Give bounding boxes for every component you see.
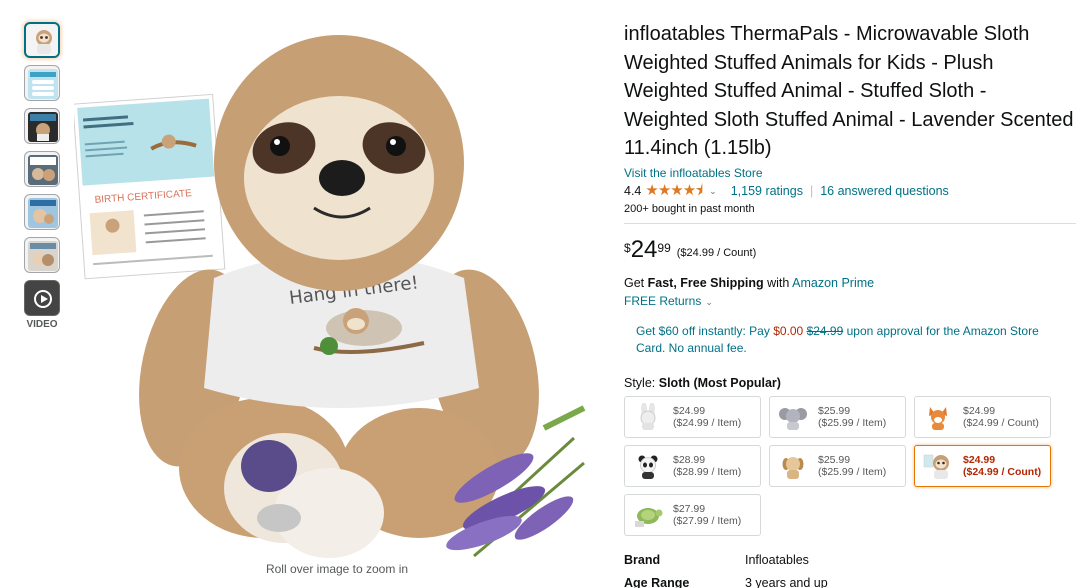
shipping-bold: Fast, Free Shipping bbox=[647, 275, 764, 290]
lifestyle-thumbnail-icon bbox=[28, 241, 58, 271]
style-option-turtle[interactable]: $27.99 ($27.99 / Item) bbox=[624, 493, 761, 536]
chevron-down-icon[interactable]: ⌄ bbox=[709, 182, 717, 200]
thumb-infographic-1[interactable] bbox=[24, 65, 60, 101]
sloth-plush-image: BIRTH CERTIFICATE Hang in there! bbox=[72, 8, 600, 558]
style-option-bunny[interactable]: $24.99 ($24.99 / Item) bbox=[624, 395, 761, 438]
panda-plush-icon bbox=[638, 455, 658, 479]
amazon-prime-link[interactable]: Amazon Prime bbox=[792, 276, 874, 290]
store-card-offer[interactable]: Get $60 off instantly: Pay $0.00 $24.99 … bbox=[624, 323, 1069, 358]
detail-key: Age Range bbox=[624, 575, 690, 588]
offer-strike-price: $24.99 bbox=[806, 323, 844, 338]
swatch-price: $24.99 bbox=[963, 453, 996, 466]
rating-row: 4.4 ★★★★⯨ ⌄ 1,159 ratings | 16 answered … bbox=[624, 182, 1076, 200]
swatch-unit: ($28.99 / Item) bbox=[673, 465, 742, 478]
swatch-unit: ($24.99 / Count) bbox=[963, 465, 1042, 478]
separator: | bbox=[809, 183, 814, 198]
main-product-image[interactable]: BIRTH CERTIFICATE Hang in there! bbox=[72, 8, 600, 558]
ratings-count-link[interactable]: 1,159 ratings bbox=[731, 182, 803, 200]
swatch-unit: ($27.99 / Item) bbox=[673, 514, 742, 527]
swatch-price: $28.99 bbox=[673, 453, 706, 466]
style-option-puppy[interactable]: $25.99 ($25.99 / Item) bbox=[769, 444, 906, 487]
thumb-lifestyle-4[interactable] bbox=[24, 237, 60, 273]
product-details-column: infloatables ThermaPals - Microwavable S… bbox=[624, 20, 1076, 588]
zoom-hint: Roll over image to zoom in bbox=[265, 562, 409, 576]
thumb-lifestyle-1[interactable] bbox=[24, 108, 60, 144]
price-per-unit: ($24.99 / Count) bbox=[676, 246, 757, 259]
store-link[interactable]: Visit the infloatables Store bbox=[624, 166, 1076, 181]
chevron-down-icon: ⌄ bbox=[705, 296, 713, 307]
bunny-plush-icon bbox=[640, 402, 656, 430]
swatch-price: $25.99 bbox=[818, 404, 851, 417]
thumb-lifestyle-3[interactable] bbox=[24, 194, 60, 230]
swatch-unit: ($25.99 / Item) bbox=[818, 465, 887, 478]
style-option-elephant[interactable]: $25.99 ($25.99 / Item) bbox=[769, 395, 906, 438]
price-whole: 24 bbox=[630, 235, 658, 263]
offer-text-1: Get $60 off instantly: Pay bbox=[636, 323, 774, 338]
free-returns-label: FREE Returns bbox=[624, 293, 702, 308]
style-label: Style: Sloth (Most Popular) bbox=[624, 376, 1076, 390]
style-selected-value: Sloth (Most Popular) bbox=[658, 375, 781, 390]
detail-value: Infloatables bbox=[745, 552, 809, 567]
star-rating-icon[interactable]: ★★★★⯨ bbox=[645, 182, 703, 200]
lifestyle-thumbnail-icon bbox=[28, 155, 58, 185]
puppy-plush-icon bbox=[782, 456, 804, 479]
swatch-price: $27.99 bbox=[673, 502, 706, 515]
product-details-table: Brand Infloatables Age Range 3 years and… bbox=[624, 549, 1076, 588]
detail-key: Brand bbox=[624, 552, 661, 567]
infographic-thumbnail-icon bbox=[28, 69, 58, 99]
swatch-price: $25.99 bbox=[818, 453, 851, 466]
detail-value: 3 years and up bbox=[745, 575, 828, 588]
detail-row-brand: Brand Infloatables bbox=[624, 549, 1076, 572]
price-fraction: 99 bbox=[657, 240, 671, 255]
answered-questions-link[interactable]: 16 answered questions bbox=[820, 182, 949, 200]
lifestyle-thumbnail-icon bbox=[28, 198, 58, 228]
swatch-unit: ($24.99 / Count) bbox=[963, 416, 1039, 429]
style-swatches: $24.99 ($24.99 / Item) $25.99 ($25.99 / It… bbox=[624, 395, 1076, 536]
shipping-info: Get Fast, Free Shipping with Amazon Prim… bbox=[624, 275, 1076, 291]
fox-plush-icon bbox=[929, 406, 947, 430]
lifestyle-thumbnail-icon bbox=[28, 112, 58, 142]
price-symbol: $ bbox=[624, 240, 631, 255]
detail-row-age-range: Age Range 3 years and up bbox=[624, 572, 1076, 588]
free-returns-link[interactable]: FREE Returns ⌄ bbox=[624, 293, 1076, 310]
turtle-plush-icon bbox=[635, 507, 663, 527]
price: $ 24 99 ($24.99 / Count) bbox=[624, 235, 1076, 263]
style-option-fox[interactable]: $24.99 ($24.99 / Count) bbox=[914, 395, 1051, 438]
swatch-unit: ($24.99 / Item) bbox=[673, 416, 742, 429]
thumb-sloth-main[interactable] bbox=[24, 22, 60, 58]
product-title: infloatables ThermaPals - Microwavable S… bbox=[624, 23, 1074, 159]
shipping-middle: with bbox=[763, 275, 793, 290]
thumbnail-strip: VIDEO bbox=[24, 22, 62, 330]
bought-in-past-month: 200+ bought in past month bbox=[624, 202, 755, 215]
rating-value: 4.4 bbox=[624, 183, 642, 198]
thumb-video[interactable] bbox=[24, 280, 60, 316]
swatch-price: $24.99 bbox=[963, 404, 996, 417]
offer-price-red: $0.00 bbox=[773, 323, 804, 338]
style-option-panda[interactable]: $28.99 ($28.99 / Item) bbox=[624, 444, 761, 487]
play-icon bbox=[34, 290, 52, 308]
divider bbox=[624, 222, 1076, 224]
shipping-prefix: Get bbox=[624, 275, 648, 290]
style-label-prefix: Style: bbox=[624, 375, 659, 390]
sloth-thumbnail-icon bbox=[29, 27, 58, 56]
video-label: VIDEO bbox=[26, 319, 58, 330]
swatch-unit: ($25.99 / Item) bbox=[818, 416, 887, 429]
swatch-price: $24.99 bbox=[673, 404, 706, 417]
thumb-lifestyle-2[interactable] bbox=[24, 151, 60, 187]
elephant-plush-icon bbox=[779, 407, 807, 430]
birth-certificate-card: BIRTH CERTIFICATE bbox=[72, 93, 226, 280]
sloth-plush-icon bbox=[923, 454, 949, 479]
style-option-sloth[interactable]: $24.99 ($24.99 / Count) bbox=[914, 444, 1051, 487]
